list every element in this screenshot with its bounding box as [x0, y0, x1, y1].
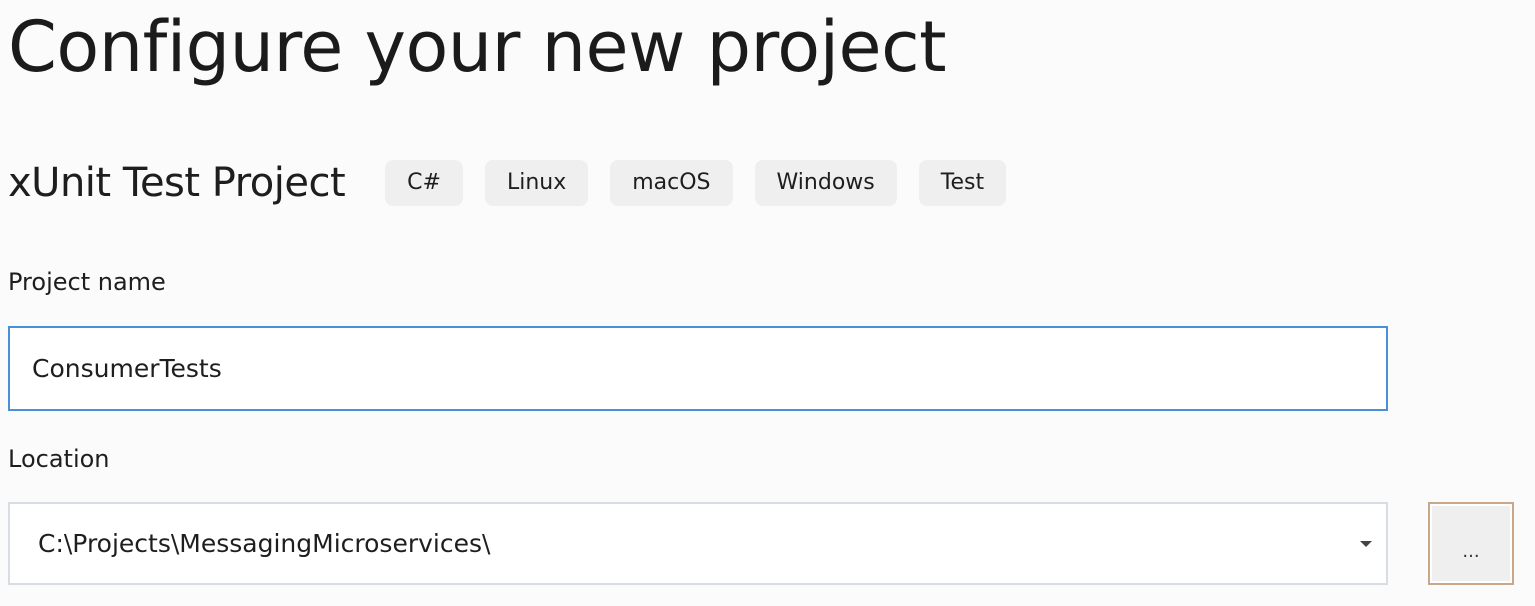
project-name-value: ConsumerTests: [32, 354, 222, 383]
tag-csharp: C#: [385, 160, 463, 206]
tag-windows: Windows: [754, 160, 897, 206]
browse-button[interactable]: ...: [1428, 502, 1514, 585]
location-value: C:\Projects\MessagingMicroservices\: [38, 529, 491, 558]
location-combobox[interactable]: C:\Projects\MessagingMicroservices\: [8, 502, 1388, 585]
location-label: Location: [8, 445, 110, 473]
tag-macos: macOS: [610, 160, 733, 206]
tag-test: Test: [918, 160, 1007, 206]
dropdown-arrow-icon[interactable]: [1360, 541, 1372, 547]
page-title: Configure your new project: [8, 6, 947, 88]
project-name-input[interactable]: ConsumerTests: [8, 326, 1388, 411]
tag-linux: Linux: [484, 160, 589, 206]
project-type-row: xUnit Test Project C# Linux macOS Window…: [8, 160, 1028, 206]
project-name-label: Project name: [8, 268, 166, 296]
project-type: xUnit Test Project: [8, 160, 346, 206]
